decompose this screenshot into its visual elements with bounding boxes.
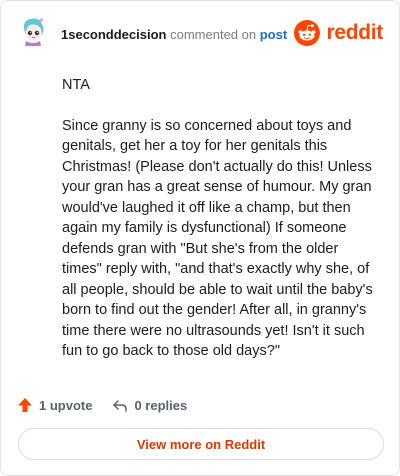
comment-actions: 1 upvote 0 replies (17, 395, 207, 415)
comment-paragraph: Since granny is so concerned about toys … (62, 117, 373, 360)
upvote-arrow-icon (18, 398, 32, 412)
comment-header: 1seconddecision commented on post reddit (17, 15, 383, 55)
reply-icon (113, 400, 128, 412)
reddit-logo-icon (294, 20, 321, 46)
reddit-wordmark: reddit (326, 21, 383, 44)
replies-button[interactable]: 0 replies (112, 397, 187, 413)
reddit-brand[interactable]: reddit (294, 20, 383, 46)
comment-meta: 1seconddecision commented on post (61, 27, 287, 43)
upvote-button[interactable]: 1 upvote (17, 397, 92, 413)
reply-count: 0 replies (134, 397, 188, 413)
post-link[interactable]: post (260, 27, 287, 42)
action-text: commented on (170, 27, 257, 42)
upvote-count: 1 upvote (39, 397, 93, 413)
avatar[interactable] (17, 15, 49, 47)
comment-paragraph: NTA (62, 77, 90, 93)
comment-embed-card: 1seconddecision commented on post reddit… (0, 0, 400, 476)
avatar-icon (17, 15, 49, 47)
comment-body: NTA Since granny is so concerned about t… (62, 75, 380, 382)
username-link[interactable]: 1seconddecision (61, 27, 166, 42)
view-more-button[interactable]: View more on Reddit (18, 428, 384, 460)
